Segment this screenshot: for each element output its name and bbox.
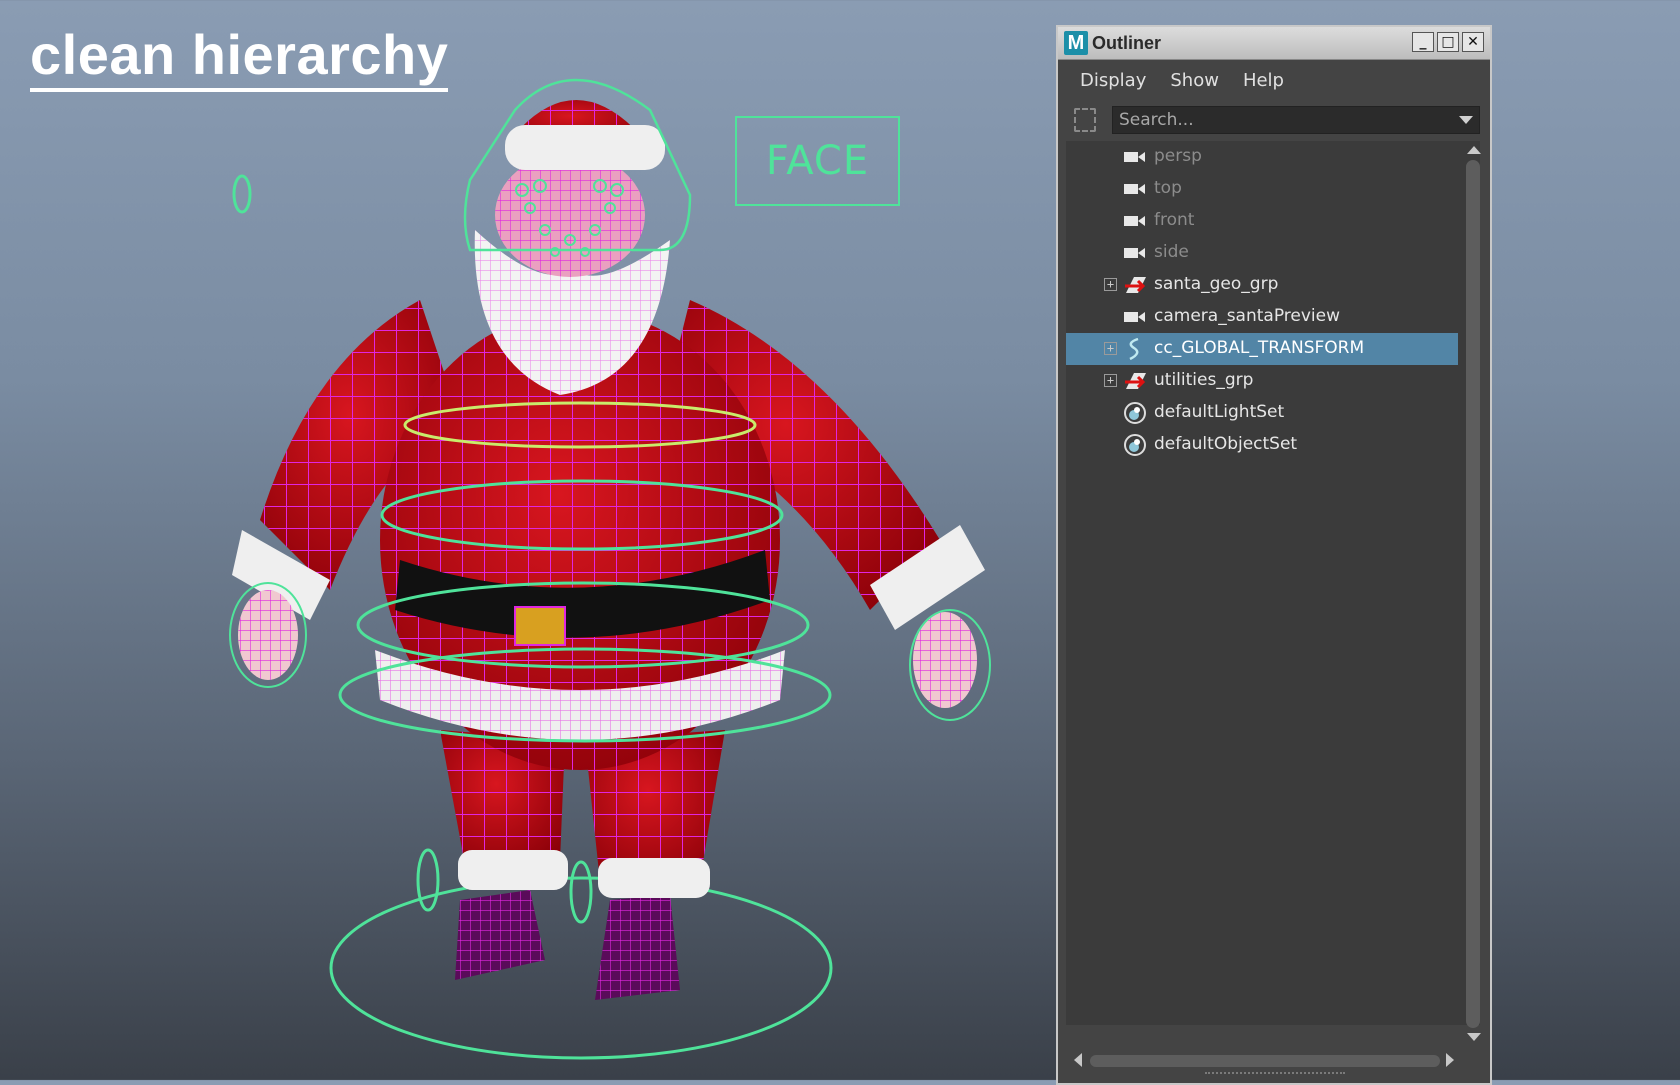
- menu-help[interactable]: Help: [1243, 70, 1284, 91]
- outliner-item[interactable]: side: [1066, 237, 1458, 269]
- outliner-item[interactable]: top: [1066, 173, 1458, 205]
- scroll-down-icon[interactable]: [1467, 1033, 1481, 1041]
- vertical-scrollbar[interactable]: [1466, 160, 1480, 1028]
- camera-icon: [1122, 178, 1148, 200]
- outliner-item[interactable]: defaultLightSet: [1066, 397, 1458, 429]
- outliner-item[interactable]: + utilities_grp: [1066, 365, 1458, 397]
- outliner-item[interactable]: + cc_GLOBAL_TRANSFORM: [1066, 333, 1458, 365]
- camera-icon: [1122, 210, 1148, 232]
- search-box[interactable]: [1112, 106, 1480, 134]
- outliner-item-label: persp: [1154, 146, 1202, 166]
- resize-grip[interactable]: [1205, 1072, 1345, 1076]
- minimize-button[interactable]: _: [1412, 32, 1434, 52]
- scroll-left-icon[interactable]: [1074, 1053, 1082, 1067]
- outliner-item-label: defaultObjectSet: [1154, 434, 1298, 454]
- outliner-item[interactable]: front: [1066, 205, 1458, 237]
- santa-model: [229, 78, 991, 1060]
- curve-icon: [1122, 337, 1148, 361]
- set-icon: [1122, 434, 1148, 456]
- search-input[interactable]: [1113, 109, 1441, 131]
- outliner-item-label: defaultLightSet: [1154, 402, 1285, 422]
- expand-icon[interactable]: +: [1104, 278, 1117, 291]
- close-button[interactable]: ✕: [1462, 32, 1484, 52]
- outliner-item[interactable]: camera_santaPreview: [1066, 301, 1458, 333]
- search-row: [1058, 100, 1490, 140]
- outliner-item-label: top: [1154, 178, 1182, 198]
- outliner-item-label: cc_GLOBAL_TRANSFORM: [1154, 338, 1365, 358]
- maya-logo-icon: M: [1064, 31, 1088, 55]
- menu-display[interactable]: Display: [1080, 70, 1146, 91]
- face-control-label[interactable]: FACE: [735, 116, 900, 206]
- title-bar[interactable]: M Outliner _ □ ✕: [1058, 27, 1490, 60]
- slide-title: clean hierarchy: [30, 24, 449, 92]
- outliner-tree: persp top front side + santa_geo_grp camera_sa…: [1066, 141, 1480, 1025]
- outliner-item-label: santa_geo_grp: [1154, 274, 1279, 294]
- window-title: Outliner: [1092, 32, 1162, 53]
- camera-icon: [1122, 242, 1148, 264]
- outliner-item-label: camera_santaPreview: [1154, 306, 1340, 326]
- outliner-item-label: utilities_grp: [1154, 370, 1254, 390]
- maximize-button[interactable]: □: [1437, 32, 1459, 52]
- group-icon: [1122, 370, 1148, 392]
- horizontal-scrollbar[interactable]: [1090, 1055, 1440, 1067]
- outliner-item-label: front: [1154, 210, 1195, 230]
- menu-bar: Display Show Help: [1058, 60, 1490, 100]
- outliner-item-label: side: [1154, 242, 1189, 262]
- outliner-item[interactable]: defaultObjectSet: [1066, 429, 1458, 461]
- expand-icon[interactable]: +: [1104, 374, 1117, 387]
- outliner-item[interactable]: persp: [1066, 141, 1458, 173]
- camera-icon: [1122, 306, 1148, 328]
- menu-show[interactable]: Show: [1170, 70, 1219, 91]
- camera-icon: [1122, 146, 1148, 168]
- global-control-circle[interactable]: [329, 876, 833, 1060]
- search-dropdown-icon[interactable]: [1459, 116, 1473, 124]
- filter-icon[interactable]: [1074, 108, 1096, 132]
- set-icon: [1122, 402, 1148, 424]
- scroll-up-icon[interactable]: [1467, 146, 1481, 154]
- group-icon: [1122, 274, 1148, 296]
- outliner-item[interactable]: + santa_geo_grp: [1066, 269, 1458, 301]
- scroll-right-icon[interactable]: [1446, 1053, 1454, 1067]
- expand-icon[interactable]: +: [1104, 342, 1117, 355]
